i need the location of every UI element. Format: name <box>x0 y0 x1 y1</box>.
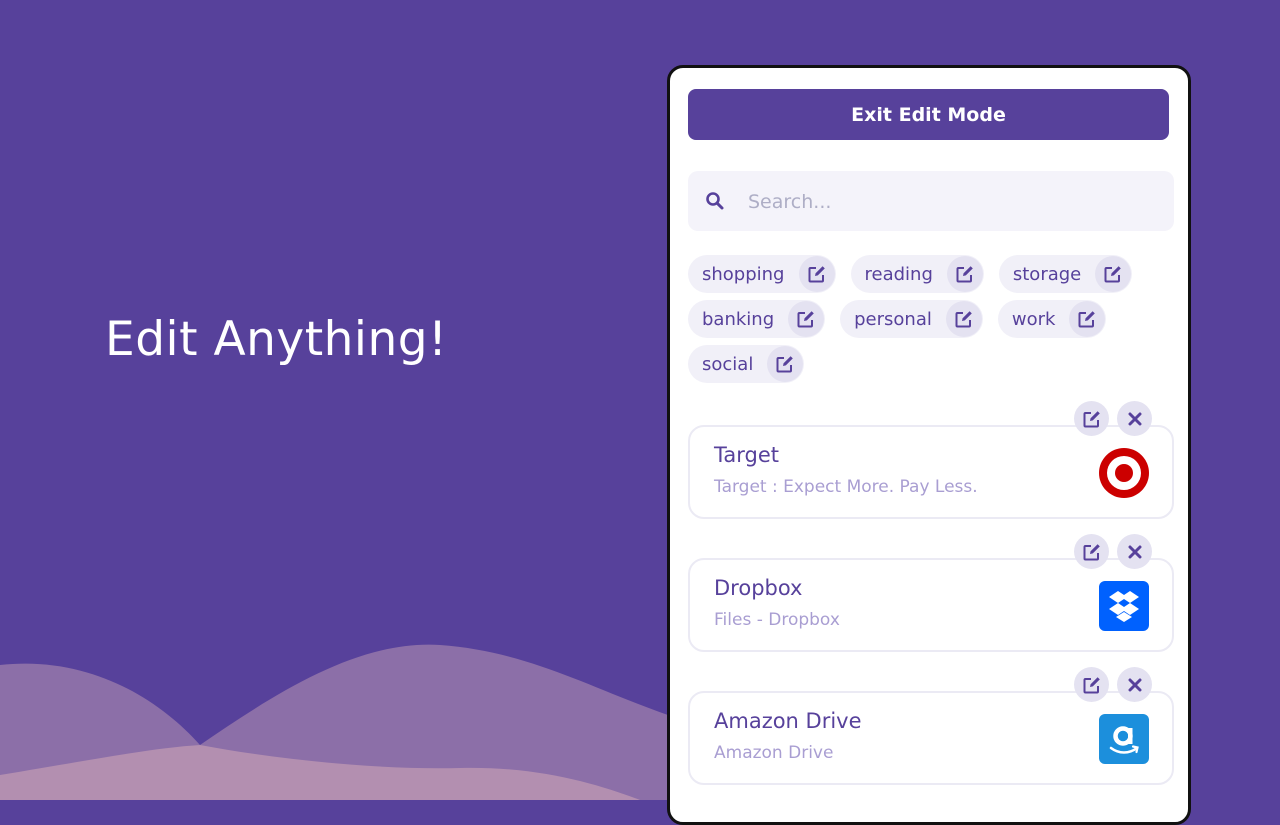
search-bar[interactable] <box>688 171 1174 231</box>
bookmark-card-target[interactable]: Target Target : Expect More. Pay Less. <box>688 425 1174 519</box>
tag-label: shopping <box>702 263 785 285</box>
bookmark-card-amazon-drive[interactable]: Amazon Drive Amazon Drive <box>688 691 1174 785</box>
bookmark-title: Amazon Drive <box>714 709 862 733</box>
tag-label: storage <box>1012 263 1082 285</box>
close-icon[interactable] <box>1117 667 1152 702</box>
search-input[interactable] <box>746 181 1150 223</box>
bookmark-list: Target Target : Expect More. Pay Less. D… <box>688 401 1174 800</box>
bookmark-item: Target Target : Expect More. Pay Less. <box>688 401 1174 534</box>
amazon-logo <box>1099 714 1149 764</box>
edit-icon[interactable] <box>1074 401 1109 436</box>
edit-icon[interactable] <box>1074 667 1109 702</box>
tag-reading[interactable]: reading <box>850 255 984 293</box>
bookmark-subtitle: Target : Expect More. Pay Less. <box>714 477 978 497</box>
tag-label: reading <box>864 263 933 285</box>
tag-label: personal <box>854 308 932 330</box>
edit-icon[interactable] <box>798 256 835 292</box>
edit-icon[interactable] <box>945 301 982 337</box>
tag-label: banking <box>702 308 775 330</box>
bookmark-item: Dropbox Files - Dropbox <box>688 534 1174 667</box>
tag-work[interactable]: work <box>997 300 1107 338</box>
bookmark-title: Dropbox <box>714 576 803 600</box>
tag-label: social <box>702 353 754 375</box>
bookmark-actions <box>1074 534 1152 569</box>
search-icon <box>706 192 724 210</box>
edit-icon[interactable] <box>1095 256 1132 292</box>
tag-banking[interactable]: banking <box>688 300 826 338</box>
edit-icon[interactable] <box>1069 301 1106 337</box>
edit-icon[interactable] <box>788 301 825 337</box>
bookmark-subtitle: Files - Dropbox <box>714 610 840 630</box>
tag-label: work <box>1011 308 1056 330</box>
tag-shopping[interactable]: shopping <box>688 255 836 293</box>
exit-edit-mode-button[interactable]: Exit Edit Mode <box>688 89 1169 140</box>
bookmark-subtitle: Amazon Drive <box>714 743 834 763</box>
edit-icon[interactable] <box>1074 534 1109 569</box>
tag-storage[interactable]: storage <box>998 255 1133 293</box>
headline: Edit Anything! <box>105 312 448 367</box>
bookmark-actions <box>1074 401 1152 436</box>
bookmark-actions <box>1074 667 1152 702</box>
close-icon[interactable] <box>1117 534 1152 569</box>
bookmark-title: Target <box>714 443 779 467</box>
dropbox-logo <box>1099 581 1149 631</box>
edit-icon[interactable] <box>767 346 804 382</box>
bookmark-item: Amazon Drive Amazon Drive <box>688 667 1174 800</box>
phone-frame: Exit Edit Mode shopping reading storage <box>667 65 1191 825</box>
tag-personal[interactable]: personal <box>840 300 983 338</box>
target-logo <box>1099 448 1149 498</box>
tag-list: shopping reading storage banking persona… <box>688 255 1178 383</box>
edit-icon[interactable] <box>946 256 983 292</box>
bookmark-card-dropbox[interactable]: Dropbox Files - Dropbox <box>688 558 1174 652</box>
close-icon[interactable] <box>1117 401 1152 436</box>
tag-social[interactable]: social <box>688 345 805 383</box>
